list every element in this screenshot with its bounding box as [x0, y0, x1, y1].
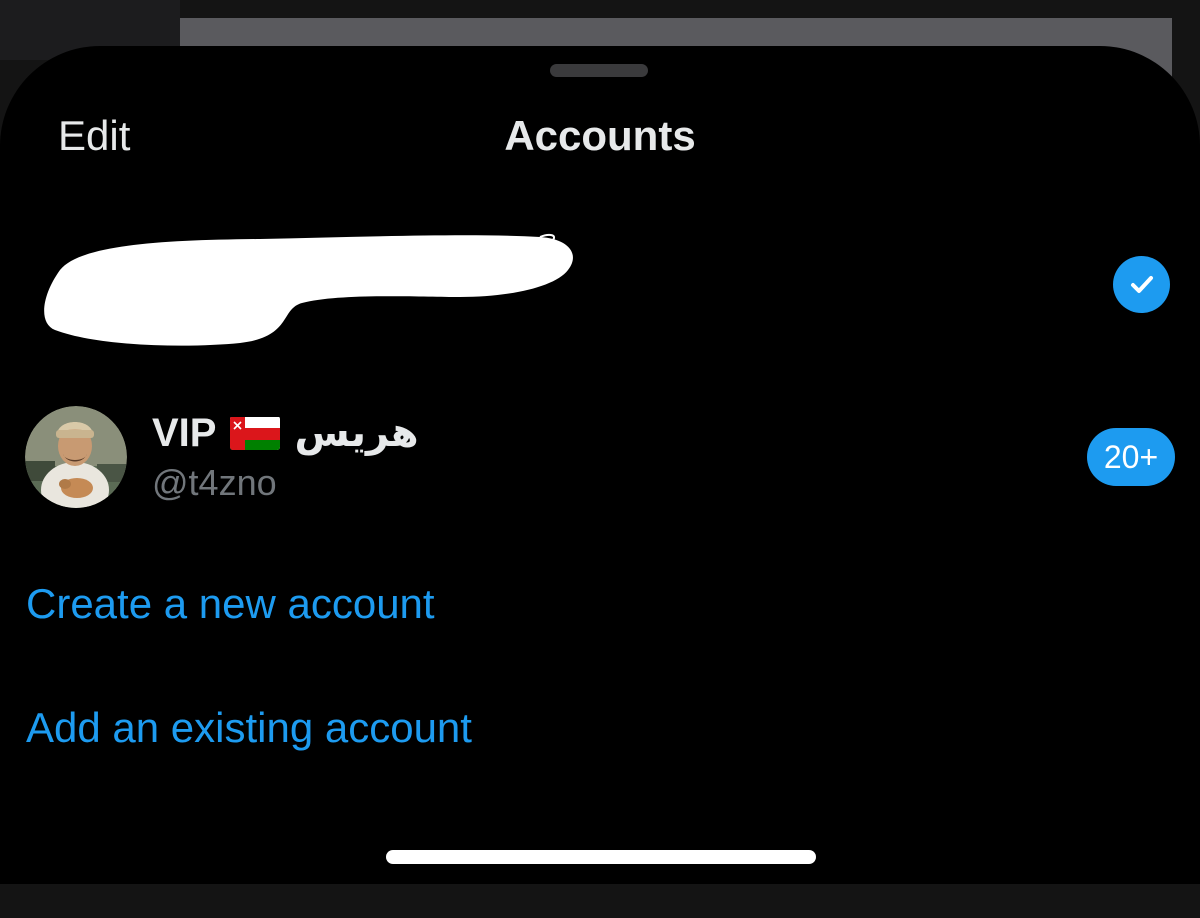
account-display-name: VIP هريس	[152, 408, 419, 458]
sheet-title: Accounts	[504, 112, 696, 159]
avatar	[25, 406, 127, 508]
display-name-arabic: هريس	[294, 411, 419, 455]
account-handle: @t4zno	[152, 462, 277, 503]
display-name-latin: VIP	[152, 410, 217, 455]
oman-flag-icon	[230, 416, 281, 450]
sheet-grabber[interactable]	[550, 64, 648, 77]
redacted-current-account[interactable]	[40, 225, 580, 350]
notification-count-badge: 20+	[1087, 428, 1175, 486]
screen: Edit Accounts VIP هريس @t4zno 20+ Create…	[0, 0, 1200, 918]
create-account-link[interactable]: Create a new account	[26, 580, 435, 628]
add-existing-account-link[interactable]: Add an existing account	[26, 704, 472, 752]
account-row[interactable]: VIP هريس @t4zno 20+	[0, 400, 1200, 512]
home-indicator[interactable]	[386, 850, 816, 864]
selected-checkmark-icon	[1113, 256, 1170, 313]
